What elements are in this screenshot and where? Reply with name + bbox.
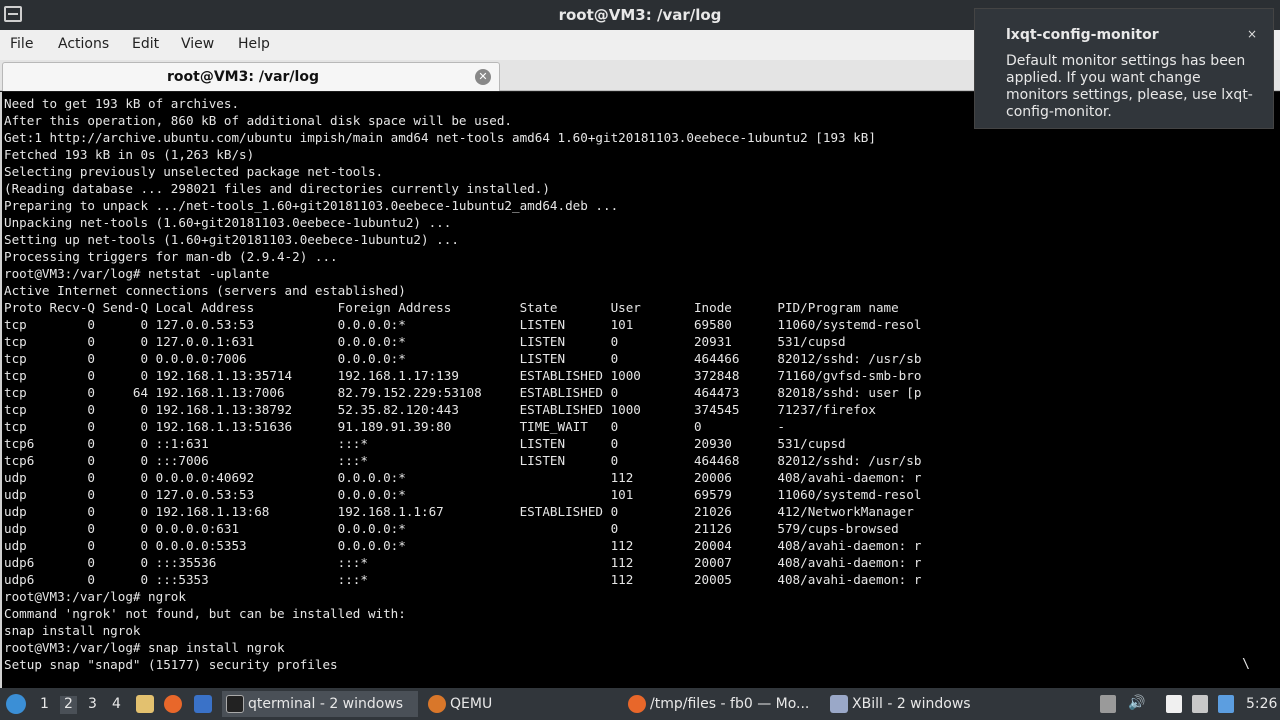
terminal-line: tcp 0 0 192.168.1.13:35714 192.168.1.17:… — [4, 368, 922, 383]
terminal-line: Fetched 193 kB in 0s (1,263 kB/s) — [4, 147, 255, 162]
terminal-line: tcp 0 0 0.0.0.0:7006 0.0.0.0:* LISTEN 0 … — [4, 351, 922, 366]
terminal-line: Processing triggers for man-db (2.9.4-2)… — [4, 249, 338, 264]
task-qterminal[interactable]: qterminal - 2 windows — [222, 691, 418, 717]
task-label: XBill - 2 windows — [852, 696, 971, 712]
screen-icon[interactable] — [1192, 695, 1208, 713]
terminal-line: Selecting previously unselected package … — [4, 164, 384, 179]
terminal-line: Proto Recv-Q Send-Q Local Address Foreig… — [4, 300, 899, 315]
terminal-line: tcp 0 0 127.0.0.1:631 0.0.0.0:* LISTEN 0… — [4, 334, 846, 349]
app-menu-icon[interactable] — [6, 694, 26, 714]
firefox-launcher-icon[interactable] — [164, 695, 182, 713]
network-icon[interactable] — [1218, 695, 1234, 713]
notes-icon[interactable] — [1166, 695, 1182, 713]
menu-actions[interactable]: Actions — [58, 36, 109, 52]
terminal-line: Command 'ngrok' not found, but can be in… — [4, 606, 406, 621]
terminal-line: tcp 0 0 192.168.1.13:38792 52.35.82.120:… — [4, 402, 876, 417]
task-qemu[interactable]: QEMU — [424, 691, 524, 717]
terminal-line: Preparing to unpack .../net-tools_1.60+g… — [4, 198, 619, 213]
qemu-icon — [428, 695, 446, 713]
terminal-line: tcp 0 0 192.168.1.13:51636 91.189.91.39:… — [4, 419, 785, 434]
terminal-line: tcp 0 0 127.0.0.53:53 0.0.0.0:* LISTEN 1… — [4, 317, 922, 332]
terminal-line: After this operation, 860 kB of addition… — [4, 113, 512, 128]
terminal-line: tcp6 0 0 ::1:631 :::* LISTEN 0 20930 531… — [4, 436, 846, 451]
tab-close-icon[interactable]: ✕ — [475, 69, 491, 85]
terminal-line: Setting up net-tools (1.60+git20181103.0… — [4, 232, 459, 247]
desktop-2[interactable]: 2 — [60, 696, 77, 714]
terminal-line: udp 0 0 192.168.1.13:68 192.168.1.1:67 E… — [4, 504, 914, 519]
clock[interactable]: 5:26 — [1246, 696, 1277, 720]
task-xbill[interactable]: XBill - 2 windows — [826, 691, 976, 717]
notification-close-icon[interactable]: × — [1247, 27, 1257, 41]
desktop-3[interactable]: 3 — [88, 696, 97, 714]
taskbar: 1 2 3 4 qterminal - 2 windows QEMU /tmp/… — [0, 688, 1280, 720]
terminal-area[interactable]: Need to get 193 kB of archives. After thi… — [0, 92, 1280, 688]
menu-view[interactable]: View — [181, 36, 214, 52]
task-firefox[interactable]: /tmp/files - fb0 — Mo... — [624, 691, 820, 717]
file-manager-icon[interactable] — [136, 695, 154, 713]
firefox-icon — [628, 695, 646, 713]
terminal-line: Need to get 193 kB of archives. — [4, 96, 240, 111]
notification-body: Default monitor settings has been applie… — [1006, 53, 1253, 120]
terminal-line: udp6 0 0 :::35536 :::* 112 20007 408/ava… — [4, 555, 922, 570]
terminal-line: (Reading database ... 298021 files and d… — [4, 181, 550, 196]
terminal-line: udp 0 0 0.0.0.0:40692 0.0.0.0:* 112 2000… — [4, 470, 922, 485]
terminal-icon — [226, 695, 244, 713]
xbill-icon — [830, 695, 848, 713]
task-label: qterminal - 2 windows — [248, 696, 404, 712]
tab-label: root@VM3: /var/log — [167, 69, 319, 85]
terminal-output: Need to get 193 kB of archives. After thi… — [4, 95, 921, 673]
terminal-line: root@VM3:/var/log# snap install ngrok — [4, 640, 285, 655]
terminal-spinner: \ — [1242, 657, 1250, 672]
desktop-1[interactable]: 1 — [40, 696, 49, 714]
clipboard-icon[interactable] — [1100, 695, 1116, 713]
menu-help[interactable]: Help — [238, 36, 270, 52]
terminal-line: Get:1 http://archive.ubuntu.com/ubuntu i… — [4, 130, 876, 145]
menu-edit[interactable]: Edit — [132, 36, 159, 52]
terminal-line: udp6 0 0 :::5353 :::* 112 20005 408/avah… — [4, 572, 922, 587]
terminal-line: tcp6 0 0 :::7006 :::* LISTEN 0 464468 82… — [4, 453, 922, 468]
terminal-line: root@VM3:/var/log# netstat -uplante — [4, 266, 270, 281]
notification-title: lxqt-config-monitor — [1006, 27, 1159, 43]
terminal-line: Active Internet connections (servers and… — [4, 283, 406, 298]
terminal-line: root@VM3:/var/log# ngrok — [4, 589, 186, 604]
show-desktop-icon[interactable] — [194, 695, 212, 713]
terminal-line: udp 0 0 127.0.0.53:53 0.0.0.0:* 101 6957… — [4, 487, 922, 502]
terminal-line: Setup snap "snapd" (15177) security prof… — [4, 657, 338, 672]
task-label: /tmp/files - fb0 — Mo... — [650, 696, 810, 712]
menu-file[interactable]: File — [10, 36, 33, 52]
terminal-line: udp 0 0 0.0.0.0:5353 0.0.0.0:* 112 20004… — [4, 538, 922, 553]
desktop-4[interactable]: 4 — [112, 696, 121, 714]
terminal-line: Unpacking net-tools (1.60+git20181103.0e… — [4, 215, 452, 230]
task-label: QEMU — [450, 696, 493, 712]
volume-icon[interactable]: 🔊 — [1128, 695, 1145, 713]
terminal-line: tcp 0 64 192.168.1.13:7006 82.79.152.229… — [4, 385, 922, 400]
tab-terminal[interactable]: root@VM3: /var/log ✕ — [2, 62, 500, 91]
notification-popup[interactable]: lxqt-config-monitor × Default monitor se… — [974, 8, 1274, 129]
terminal-line: snap install ngrok — [4, 623, 141, 638]
terminal-line: udp 0 0 0.0.0.0:631 0.0.0.0:* 0 21126 57… — [4, 521, 899, 536]
